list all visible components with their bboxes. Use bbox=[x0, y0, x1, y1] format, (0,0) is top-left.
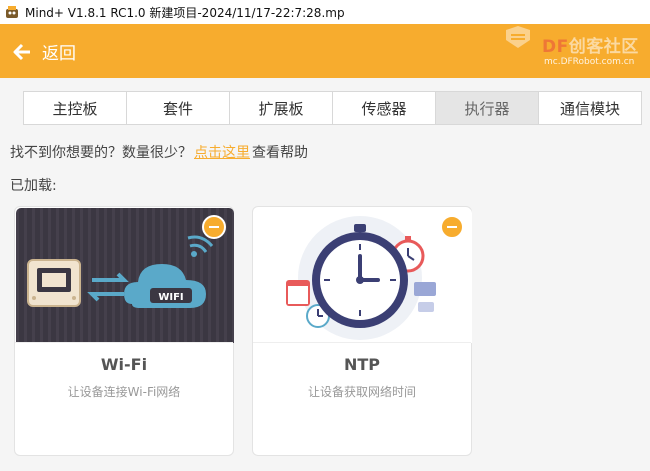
card-divider bbox=[15, 342, 233, 343]
logo-url: mc.DFRobot.com.cn bbox=[544, 57, 635, 67]
category-tabs: 主控板 套件 扩展板 传感器 执行器 通信模块 bbox=[23, 91, 642, 125]
card-description: 让设备连接Wi-Fi网络 bbox=[67, 385, 181, 399]
card-divider bbox=[253, 342, 471, 343]
mindplus-app-icon bbox=[6, 6, 18, 18]
back-button[interactable]: 返回 bbox=[12, 39, 76, 64]
loaded-heading: 已加载: bbox=[10, 178, 57, 194]
tab-sensor[interactable]: 传感器 bbox=[333, 92, 436, 124]
card-title: Wi-Fi bbox=[100, 355, 148, 374]
tab-main-board[interactable]: 主控板 bbox=[24, 92, 127, 124]
tab-actuator[interactable]: 执行器 bbox=[436, 92, 539, 124]
card-description: 让设备获取网络时间 bbox=[307, 385, 416, 399]
extension-library: 主控板 套件 扩展板 传感器 执行器 通信模块 找不到你想要的？数量很少？ 点击这… bbox=[0, 78, 650, 471]
logo-brand: DF创客社区 bbox=[542, 37, 639, 57]
remove-extension-button[interactable] bbox=[202, 215, 226, 239]
tab-expansion-board[interactable]: 扩展板 bbox=[230, 92, 333, 124]
tab-kit[interactable]: 套件 bbox=[127, 92, 230, 124]
card-title: NTP bbox=[343, 355, 381, 374]
shield-logo-icon bbox=[506, 26, 530, 48]
extension-card-ntp[interactable]: NTP 让设备获取网络时间 bbox=[252, 206, 472, 456]
window-title: Mind+ V1.8.1 RC1.0 新建项目-2024/11/17-22:7:… bbox=[25, 6, 345, 20]
remove-extension-button[interactable] bbox=[440, 215, 464, 239]
header-bar: 返回 DF创客社区 mc.DFRobot.com.cn bbox=[0, 24, 650, 78]
arrow-left-icon bbox=[13, 43, 30, 60]
help-text: 找不到你想要的？数量很少？ 点击这里 查看帮助 bbox=[10, 145, 308, 161]
dfrobot-logo: DF创客社区 mc.DFRobot.com.cn bbox=[500, 24, 650, 78]
extension-card-wifi[interactable]: WIFI Wi-Fi 让设备连接Wi-Fi网络 bbox=[14, 206, 234, 456]
title-bar: Mind+ V1.8.1 RC1.0 新建项目-2024/11/17-22:7:… bbox=[0, 0, 650, 24]
back-label: 返回 bbox=[42, 44, 76, 64]
svg-text:WIFI: WIFI bbox=[158, 292, 183, 303]
tab-communication-module[interactable]: 通信模块 bbox=[539, 92, 641, 124]
help-link[interactable]: 点击这里 bbox=[194, 145, 250, 161]
